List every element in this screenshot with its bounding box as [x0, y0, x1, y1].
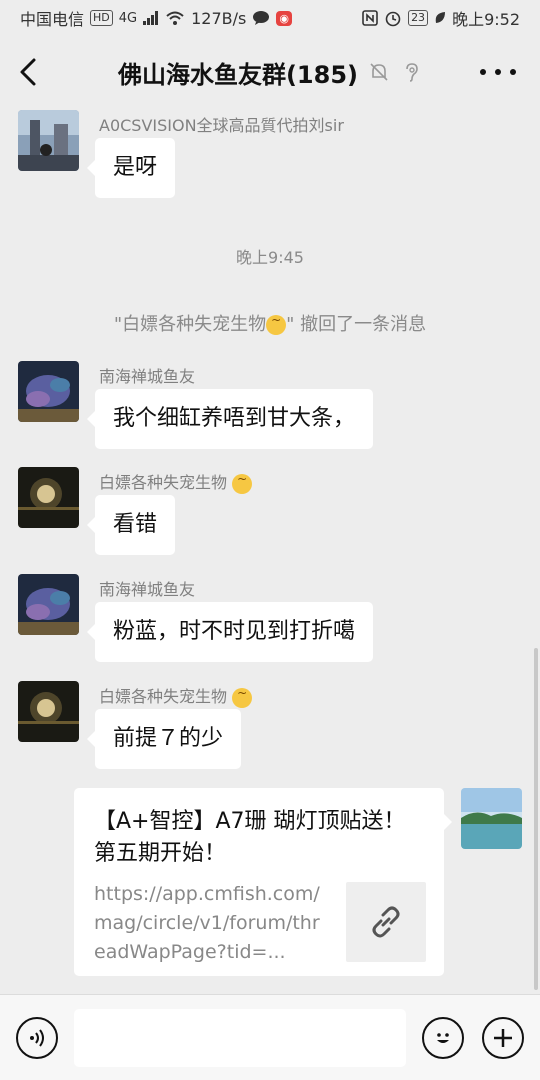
input-toolbar	[0, 994, 540, 1080]
thinking-emoji-icon	[266, 313, 287, 335]
wifi-icon	[166, 11, 184, 25]
link-card-url: https://app.cmfish.com/mag/circle/v1/for…	[94, 883, 320, 963]
message-notification-icon	[253, 11, 270, 25]
mute-bell-icon	[370, 63, 388, 81]
avatar[interactable]	[18, 361, 79, 422]
status-bar: 中国电信 HD 4G 127B/s ◉ 23 晚上9:52	[0, 0, 540, 36]
message-bubble[interactable]: 看错	[86, 495, 176, 555]
link-card[interactable]: 【A+智控】A7珊 瑚灯顶贴送！第五期开始！ https://app.cmfis…	[74, 788, 452, 976]
earpiece-icon	[406, 63, 418, 82]
clock-time: 晚上9:52	[452, 10, 520, 29]
message-bubble[interactable]: 前提７的少	[86, 709, 242, 769]
network-speed: 127B/s	[191, 8, 247, 28]
scrollbar[interactable]	[534, 648, 538, 990]
recall-suffix: " 撤回了一条消息	[286, 314, 427, 335]
sender-name: 南海禅城鱼友	[99, 580, 196, 599]
message-bubble[interactable]: 我个细缸养唔到甘大条，	[86, 389, 374, 449]
time-divider: 晚上9:45	[236, 248, 304, 267]
avatar[interactable]	[18, 467, 79, 528]
avatar[interactable]	[18, 110, 79, 171]
avatar[interactable]	[18, 681, 79, 742]
voice-icon	[30, 1029, 44, 1047]
app-notification-icon: ◉	[276, 10, 292, 26]
message-input[interactable]	[74, 1009, 406, 1067]
message-bubble[interactable]: 是呀	[86, 138, 176, 198]
thinking-emoji-icon	[232, 686, 253, 708]
chat-title: 佛山海水鱼友群(185)	[117, 60, 359, 89]
my-avatar[interactable]	[461, 788, 522, 849]
signal-4g-label: 4G	[118, 10, 138, 26]
avatar[interactable]	[18, 574, 79, 635]
sender-name: 白嫖各种失宠生物	[99, 469, 253, 494]
title-group: 佛山海水鱼友群(185)	[0, 36, 540, 108]
status-right: 23 晚上9:52	[362, 6, 520, 30]
message-bubble[interactable]: 粉蓝，时不时见到打折噶	[86, 602, 374, 662]
more-options-icon[interactable]	[480, 56, 516, 88]
voice-input-button[interactable]	[16, 1017, 58, 1059]
smiley-icon	[437, 1033, 449, 1043]
link-card-title: 【A+智控】A7珊 瑚灯顶贴送！第五期开始！	[94, 809, 406, 866]
plus-icon	[494, 1029, 512, 1047]
link-icon	[372, 906, 400, 938]
sender-name: 南海禅城鱼友	[99, 367, 196, 386]
recall-prefix: "白嫖各种失宠生物	[113, 314, 267, 335]
signal-icon	[143, 11, 159, 25]
more-functions-button[interactable]	[482, 1017, 524, 1059]
sender-name: A0CSVISION全球高品質代拍刘sir	[99, 116, 344, 135]
battery-level: 23	[408, 10, 429, 26]
emoji-button[interactable]	[422, 1017, 464, 1059]
nfc-icon	[362, 10, 378, 26]
status-left: 中国电信 HD 4G 127B/s ◉	[20, 6, 292, 30]
chat-header: 佛山海水鱼友群(185)	[0, 36, 540, 108]
sender-name: 白嫖各种失宠生物	[99, 683, 253, 708]
hd-badge: HD	[90, 10, 113, 26]
carrier-label: 中国电信	[20, 10, 85, 29]
alarm-icon	[385, 11, 401, 27]
recall-notice: "白嫖各种失宠生物 " 撤回了一条消息	[0, 310, 540, 336]
link-thumbnail	[346, 882, 426, 962]
thinking-emoji-icon	[232, 472, 253, 494]
leaf-icon	[435, 12, 446, 23]
